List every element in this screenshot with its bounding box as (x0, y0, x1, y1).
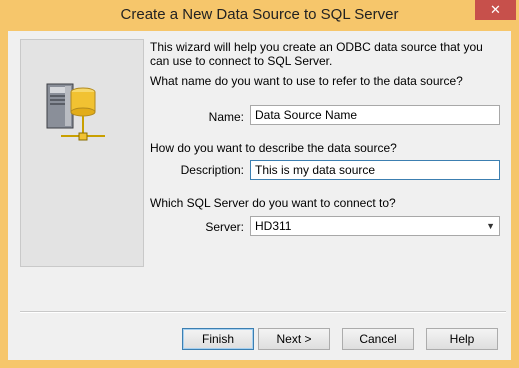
name-field[interactable] (250, 105, 500, 125)
server-select-value: HD311 (255, 219, 292, 233)
server-question: Which SQL Server do you want to connect … (150, 196, 396, 210)
server-select[interactable]: HD311 ▼ (250, 216, 500, 236)
close-icon: ✕ (490, 2, 501, 17)
window-title: Create a New Data Source to SQL Server (120, 6, 399, 23)
description-field[interactable] (250, 160, 500, 180)
help-button[interactable]: Help (426, 328, 498, 350)
side-image-panel (20, 39, 144, 267)
cancel-button[interactable]: Cancel (342, 328, 414, 350)
name-label: Name: (208, 110, 244, 124)
next-button[interactable]: Next > (258, 328, 330, 350)
title-bar[interactable]: Create a New Data Source to SQL Server ✕ (0, 0, 519, 31)
name-question: What name do you want to use to refer to… (150, 74, 463, 88)
dialog-body: This wizard will help you create an ODBC… (8, 31, 511, 360)
description-question: How do you want to describe the data sou… (150, 141, 397, 155)
separator (20, 311, 506, 313)
database-server-icon (46, 83, 105, 141)
server-label: Server: (205, 220, 244, 234)
chevron-down-icon[interactable]: ▼ (486, 217, 495, 235)
close-button[interactable]: ✕ (475, 0, 516, 20)
finish-button[interactable]: Finish (182, 328, 254, 350)
intro-text: This wizard will help you create an ODBC… (150, 40, 483, 68)
description-label: Description: (180, 163, 244, 177)
wizard-window: Create a New Data Source to SQL Server ✕ (0, 0, 519, 368)
